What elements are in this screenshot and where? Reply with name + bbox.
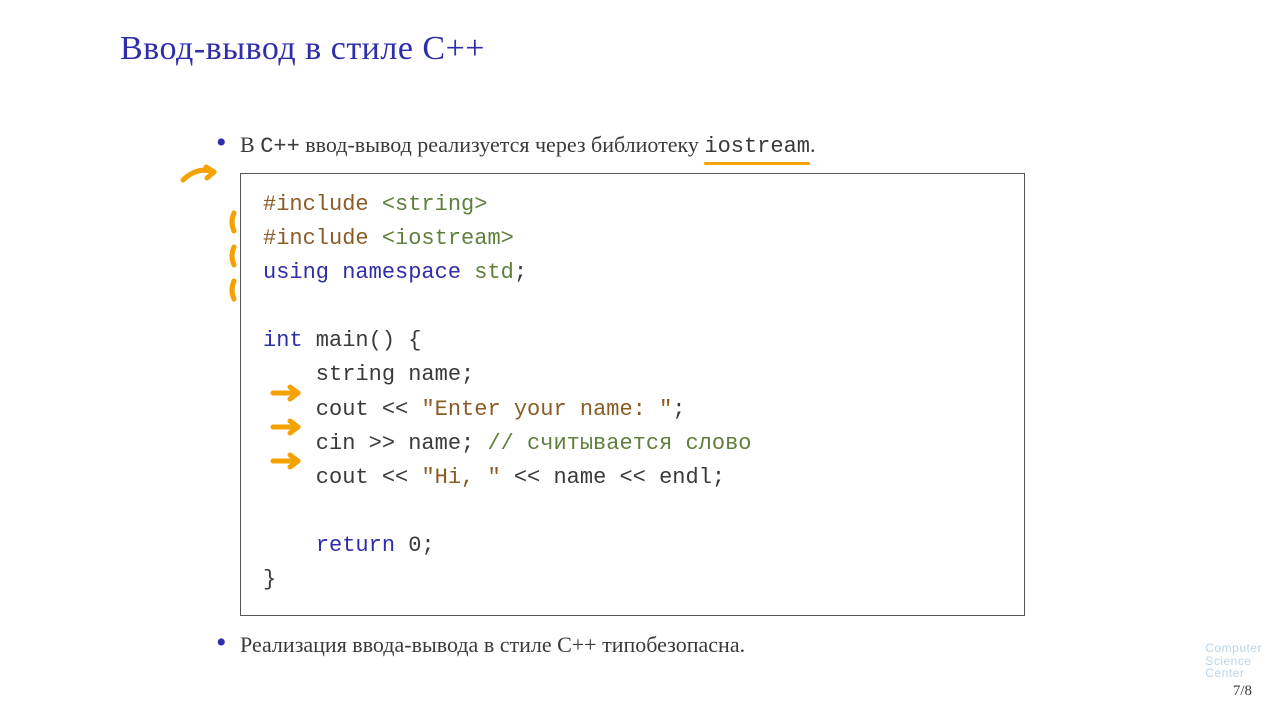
csc-logo: Computer Science Center <box>1205 642 1262 680</box>
bullet-2-text: Реализация ввода-вывода в стиле C++ типо… <box>240 632 745 657</box>
code-block: #include <string> #include <iostream> us… <box>240 173 1025 616</box>
page-counter: 7/8 <box>1233 683 1252 700</box>
code-l5-int: int <box>263 328 303 353</box>
bullet-dot-icon: • <box>216 131 227 155</box>
bullet-1-text-mid: ввод-вывод реализуется через библиотеку <box>300 132 705 157</box>
code-l8-a: cin >> name; <box>263 431 487 456</box>
bullet-item-2: • Реализация ввода-вывода в стиле C++ ти… <box>120 628 1160 661</box>
csc-logo-l3: Center <box>1205 667 1262 680</box>
code-l3-namespace: namespace <box>329 260 461 285</box>
csc-logo-l1: Computer <box>1205 642 1262 655</box>
code-l3-semi: ; <box>514 260 527 285</box>
slide: Ввод-вывод в стиле C++ • В C++ ввод-выво… <box>0 0 1280 720</box>
bullet-item-1: • В C++ ввод-вывод реализуется через биб… <box>120 128 1160 163</box>
code-l8-comment: // считывается слово <box>487 431 751 456</box>
code-l1-include: #include <box>263 192 369 217</box>
code-l3-std: std <box>461 260 514 285</box>
bullet-1-text-pre: В <box>240 132 260 157</box>
code-l9-str: "Hi, " <box>421 465 500 490</box>
code-l2-header: <iostream> <box>369 226 514 251</box>
code-l3-using: using <box>263 260 329 285</box>
code-l9-a: cout << <box>263 465 421 490</box>
code-l2-include: #include <box>263 226 369 251</box>
code-l12: } <box>263 567 276 592</box>
bullet-1-text-end: . <box>810 132 816 157</box>
code-l11-zero: 0; <box>395 533 435 558</box>
code-l1-header: <string> <box>369 192 488 217</box>
code-l7-a: cout << <box>263 397 421 422</box>
slide-title: Ввод-вывод в стиле C++ <box>120 30 1160 68</box>
bullet-1-lib: iostream <box>704 130 810 163</box>
code-l6: string name; <box>263 362 474 387</box>
code-l7-c: ; <box>672 397 685 422</box>
code-l11-indent <box>263 533 316 558</box>
bullet-1-cpp: C++ <box>260 134 300 159</box>
bullet-dot-icon: • <box>216 631 227 655</box>
code-l11-return: return <box>316 533 395 558</box>
code-l5-main: main() { <box>303 328 422 353</box>
bullet-list: • В C++ ввод-вывод реализуется через биб… <box>120 128 1160 661</box>
code-l9-c: << name << endl; <box>501 465 725 490</box>
code-l7-str: "Enter your name: " <box>421 397 672 422</box>
